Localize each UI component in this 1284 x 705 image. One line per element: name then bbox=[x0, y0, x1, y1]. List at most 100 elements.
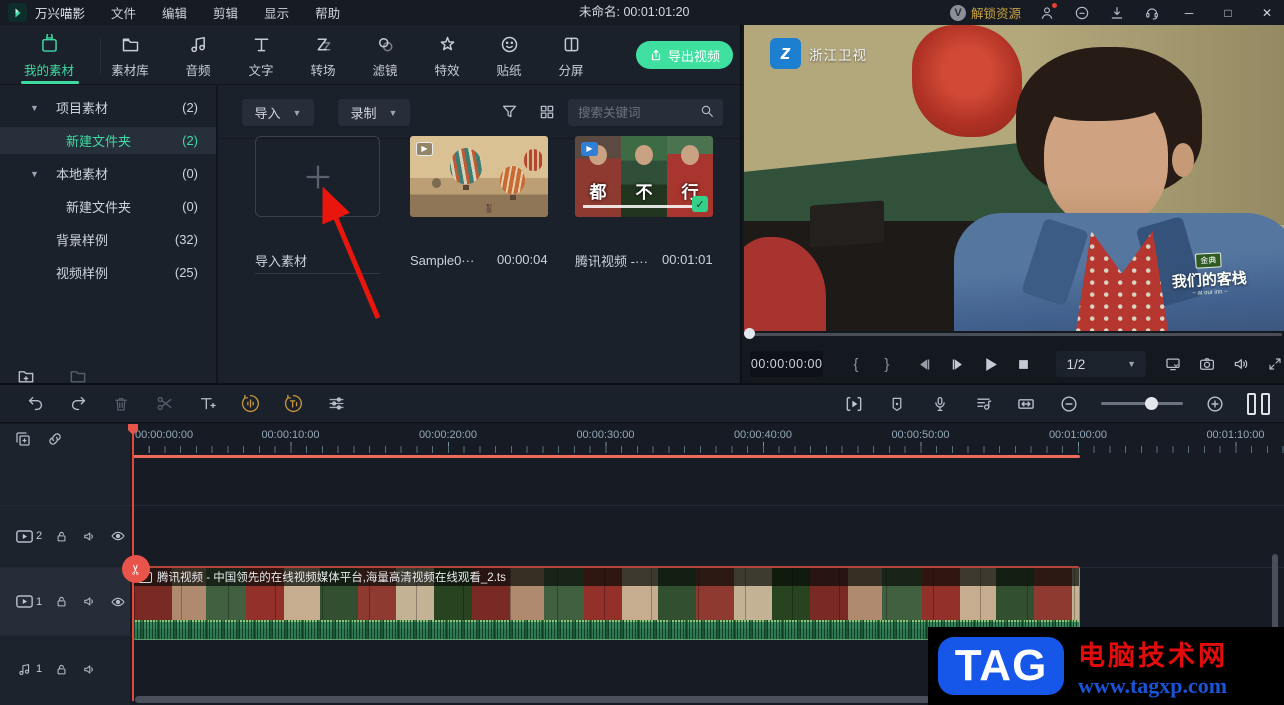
adjustment-sliders-icon[interactable] bbox=[325, 393, 347, 415]
add-text-icon[interactable] bbox=[196, 393, 218, 415]
hide-track-icon[interactable] bbox=[109, 528, 126, 545]
fit-timeline-icon[interactable] bbox=[1015, 393, 1037, 415]
collapse-arrow-icon[interactable]: ▼ bbox=[30, 169, 39, 179]
timeline-ruler[interactable]: 00:00:00:00 00:00:10:00 00:00:20:00 00:0… bbox=[130, 424, 1284, 458]
media-item-sample-thumbnail[interactable]: ▶ bbox=[410, 136, 548, 217]
tab-stickers[interactable]: 贴纸 bbox=[477, 30, 541, 82]
import-dropdown-button[interactable]: 导入 ▼ bbox=[242, 99, 314, 126]
tab-text[interactable]: 文字 bbox=[229, 30, 293, 82]
panel-layout-icon[interactable] bbox=[1247, 392, 1270, 415]
watermark-site-name: 电脑技术网 bbox=[1078, 640, 1228, 671]
tab-transitions[interactable]: 转场 bbox=[291, 30, 355, 82]
lock-icon[interactable] bbox=[53, 661, 70, 678]
link-icon[interactable] bbox=[46, 430, 64, 451]
zoom-slider-handle[interactable] bbox=[1145, 397, 1158, 410]
mark-out-button[interactable]: } bbox=[884, 356, 889, 373]
search-icon[interactable] bbox=[699, 103, 715, 122]
tab-my-media[interactable]: 我的素材 bbox=[17, 30, 81, 82]
track-header-audio1[interactable]: 1 bbox=[0, 636, 130, 702]
search-input[interactable] bbox=[568, 105, 699, 120]
lock-icon[interactable] bbox=[53, 528, 70, 545]
cut-at-playhead-button[interactable]: ✂ bbox=[122, 555, 150, 583]
tab-audio[interactable]: 音频 bbox=[166, 30, 230, 82]
ruler-label: 00:00:50:00 bbox=[891, 429, 950, 441]
import-media-dropzone[interactable] bbox=[255, 136, 380, 217]
close-button[interactable]: ✕ bbox=[1256, 6, 1278, 20]
play-button[interactable] bbox=[980, 353, 1001, 375]
stop-button[interactable] bbox=[1013, 353, 1034, 375]
record-dropdown-button[interactable]: 录制 ▼ bbox=[338, 99, 410, 126]
render-preview-icon[interactable] bbox=[843, 393, 865, 415]
display-device-icon[interactable] bbox=[1162, 353, 1183, 375]
text-to-speech-icon[interactable] bbox=[282, 393, 304, 415]
hide-track-icon[interactable] bbox=[109, 593, 126, 610]
playback-quality-dropdown[interactable]: 1/2 ▼ bbox=[1056, 351, 1146, 377]
feedback-icon[interactable] bbox=[1073, 4, 1091, 22]
preview-seekbar[interactable] bbox=[748, 333, 1282, 336]
balloon-art bbox=[524, 149, 543, 171]
site-watermark: TAG 电脑技术网 www.tagxp.com bbox=[928, 627, 1284, 705]
grid-view-icon[interactable] bbox=[538, 103, 556, 124]
marker-icon[interactable] bbox=[886, 393, 908, 415]
track-header-video2[interactable]: 2 bbox=[0, 505, 130, 567]
project-duration-indicator bbox=[133, 455, 1080, 458]
duplicate-icon[interactable] bbox=[14, 430, 32, 451]
sidebar-item-new-folder-project[interactable]: 新建文件夹 (2) bbox=[0, 127, 216, 154]
notification-dot bbox=[1052, 2, 1057, 8]
volume-icon[interactable] bbox=[1230, 353, 1251, 375]
tab-filters[interactable]: 滤镜 bbox=[353, 30, 417, 82]
media-item-tencent-thumbnail[interactable]: 都 不 行 ▶ ✓ bbox=[575, 136, 713, 217]
undo-icon[interactable] bbox=[24, 393, 46, 415]
sidebar-item-video-samples[interactable]: 视频样例 (25) bbox=[0, 259, 216, 286]
zoom-out-icon[interactable] bbox=[1058, 393, 1080, 415]
menu-help[interactable]: 帮助 bbox=[315, 3, 340, 22]
track-header-video1[interactable]: 1 bbox=[0, 568, 130, 635]
account-button[interactable] bbox=[1038, 2, 1057, 22]
unlock-label: 解锁资源 bbox=[970, 7, 1021, 21]
tab-effects[interactable]: 特效 bbox=[415, 30, 479, 82]
timeline-zoom-slider[interactable] bbox=[1101, 397, 1183, 410]
menu-file[interactable]: 文件 bbox=[111, 3, 136, 22]
mute-icon[interactable] bbox=[81, 528, 98, 545]
preview-video[interactable]: z 浙江卫视 金典 我们的客栈 ~ at our inn ~ bbox=[744, 25, 1284, 331]
preview-seek-handle[interactable] bbox=[744, 328, 755, 339]
menu-clip[interactable]: 剪辑 bbox=[213, 3, 238, 22]
fullscreen-icon[interactable] bbox=[1265, 353, 1284, 375]
sidebar-item-new-folder-local[interactable]: 新建文件夹 (0) bbox=[0, 193, 216, 220]
next-frame-button[interactable] bbox=[947, 353, 968, 375]
tab-stock-media[interactable]: 素材库 bbox=[98, 30, 162, 82]
tag-logo: TAG bbox=[938, 637, 1064, 695]
collapse-arrow-icon[interactable]: ▼ bbox=[30, 103, 39, 113]
timeline-horizontal-scrollbar[interactable] bbox=[135, 696, 930, 703]
speech-to-text-icon[interactable] bbox=[239, 393, 261, 415]
previous-frame-button[interactable] bbox=[913, 353, 934, 375]
export-video-button[interactable]: 导出视频 bbox=[636, 41, 733, 69]
sidebar-item-project-media[interactable]: ▼ 项目素材 (2) bbox=[0, 94, 216, 121]
snapshot-camera-icon[interactable] bbox=[1196, 353, 1217, 375]
split-scissors-icon[interactable] bbox=[153, 393, 175, 415]
sidebar-item-background-samples[interactable]: 背景样例 (32) bbox=[0, 226, 216, 253]
mute-icon[interactable] bbox=[81, 593, 98, 610]
redo-icon[interactable] bbox=[67, 393, 89, 415]
menu-view[interactable]: 显示 bbox=[264, 3, 289, 22]
preview-timecode: 00:00:00:00 bbox=[750, 351, 824, 377]
support-headset-icon[interactable] bbox=[1143, 4, 1161, 22]
sidebar-item-local-media[interactable]: ▼ 本地素材 (0) bbox=[0, 160, 216, 187]
lock-icon[interactable] bbox=[53, 593, 70, 610]
menu-edit[interactable]: 编辑 bbox=[162, 3, 187, 22]
voiceover-mic-icon[interactable] bbox=[929, 393, 951, 415]
download-icon[interactable] bbox=[1108, 4, 1126, 22]
audio-track-icon bbox=[16, 661, 33, 678]
mark-in-button[interactable]: { bbox=[853, 356, 858, 373]
zoom-in-icon[interactable] bbox=[1204, 393, 1226, 415]
delete-icon[interactable] bbox=[110, 393, 132, 415]
filter-icon[interactable] bbox=[500, 102, 519, 124]
minimize-button[interactable]: ─ bbox=[1178, 6, 1200, 20]
video-track-icon bbox=[16, 593, 33, 610]
ruler-label: 00:00:20:00 bbox=[418, 429, 478, 441]
tab-split-screen[interactable]: 分屏 bbox=[539, 30, 603, 82]
audio-mixer-icon[interactable] bbox=[972, 393, 994, 415]
maximize-button[interactable]: □ bbox=[1217, 6, 1239, 20]
unlock-resources-button[interactable]: V 解锁资源 bbox=[949, 3, 1021, 22]
mute-icon[interactable] bbox=[81, 661, 98, 678]
